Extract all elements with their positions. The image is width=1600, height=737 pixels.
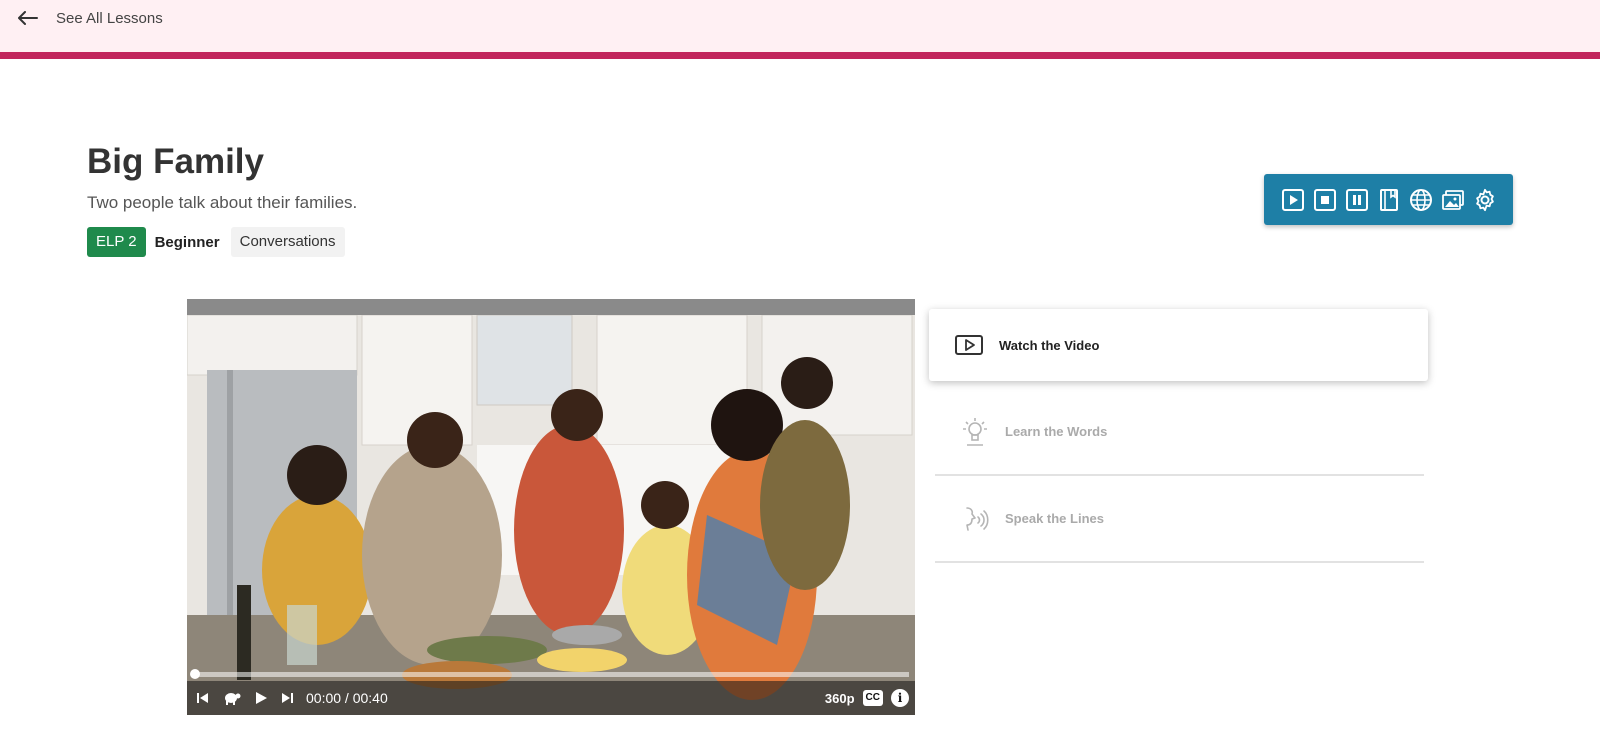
- back-link-label: See All Lessons: [56, 9, 163, 27]
- video-play-icon: [953, 335, 985, 355]
- stop-icon[interactable]: [1311, 186, 1339, 214]
- category-badge: Conversations: [230, 227, 345, 257]
- step-learn-words[interactable]: Learn the Words: [935, 389, 1424, 476]
- notebook-icon[interactable]: [1375, 186, 1403, 214]
- arrow-left-icon: [18, 11, 38, 25]
- gear-icon[interactable]: [1471, 186, 1499, 214]
- skip-forward-icon[interactable]: [280, 691, 294, 705]
- step-watch-video[interactable]: Watch the Video: [929, 309, 1428, 381]
- video-progress-bar[interactable]: [190, 669, 909, 679]
- captions-button[interactable]: CC: [862, 690, 883, 706]
- lesson-subtitle: Two people talk about their families.: [87, 193, 358, 212]
- lesson-tags: ELP 2 Beginner Conversations: [87, 227, 345, 257]
- globe-icon[interactable]: [1407, 186, 1435, 214]
- video-controls: 00:00 / 00:40 360p CC i: [187, 681, 915, 715]
- step-label: Learn the Words: [1005, 424, 1108, 439]
- slow-speed-turtle-icon[interactable]: [222, 690, 242, 706]
- picture-icon[interactable]: [1439, 186, 1467, 214]
- lightbulb-icon: [959, 416, 991, 448]
- play-icon[interactable]: [254, 691, 268, 705]
- video-top-strip: [187, 299, 915, 315]
- pause-icon[interactable]: [1343, 186, 1371, 214]
- top-bar: See All Lessons: [0, 0, 1600, 59]
- back-link[interactable]: See All Lessons: [18, 6, 163, 30]
- page-title: Big Family: [87, 142, 264, 181]
- video-frame-family-kitchen: [187, 315, 915, 715]
- step-label: Watch the Video: [999, 337, 1100, 353]
- play-icon[interactable]: [1279, 186, 1307, 214]
- progress-knob[interactable]: [190, 669, 200, 679]
- level-name: Beginner: [154, 233, 220, 251]
- level-badge: ELP 2: [87, 227, 146, 257]
- quality-selector[interactable]: 360p: [825, 691, 855, 706]
- reader-toolbar: [1264, 174, 1513, 225]
- skip-back-icon[interactable]: [196, 691, 210, 705]
- speak-icon: [959, 505, 991, 533]
- video-time: 00:00 / 00:40: [306, 690, 388, 706]
- step-speak-lines[interactable]: Speak the Lines: [935, 476, 1424, 563]
- step-label: Speak the Lines: [1005, 511, 1104, 526]
- video-player[interactable]: 00:00 / 00:40 360p CC i: [187, 299, 915, 715]
- info-button[interactable]: i: [891, 689, 909, 707]
